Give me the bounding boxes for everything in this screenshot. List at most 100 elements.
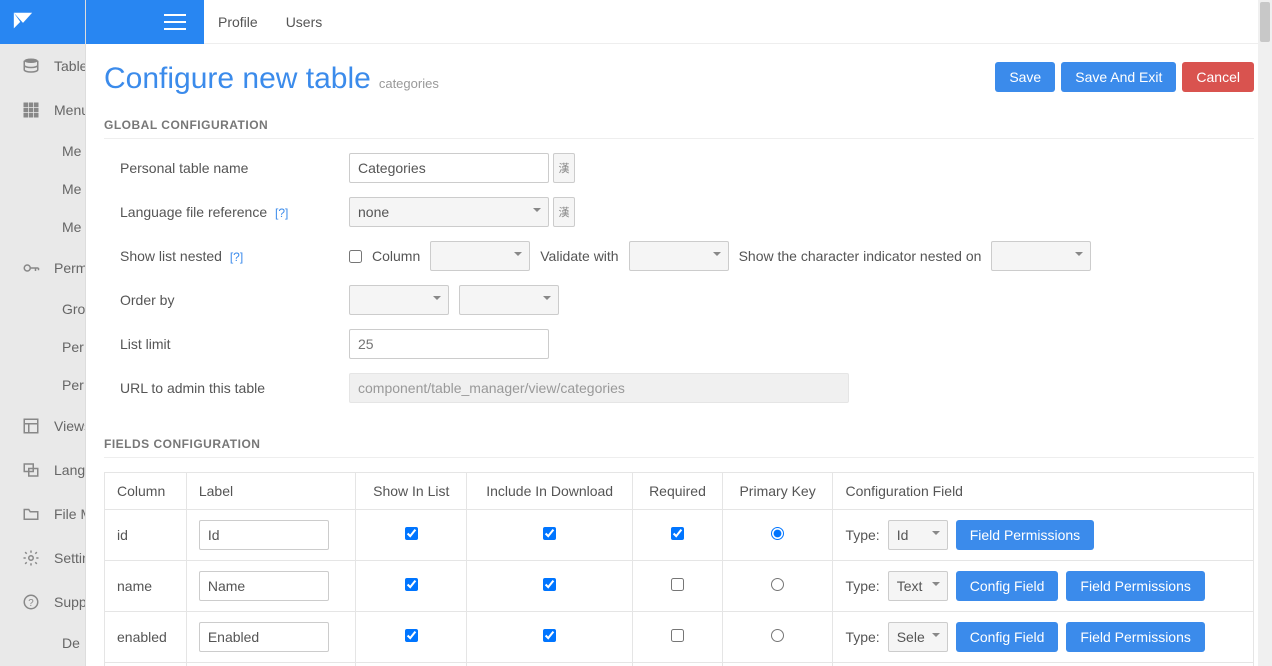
input-field-label[interactable]: [199, 571, 329, 601]
cell-column: enabled: [105, 612, 187, 663]
label-column: Column: [372, 248, 420, 264]
sidebar-item-settings[interactable]: Settin: [0, 536, 85, 580]
th-show: Show In List: [356, 473, 467, 510]
help-show-nested[interactable]: [?]: [230, 250, 243, 264]
radio-pk[interactable]: [771, 629, 784, 642]
config-field-button[interactable]: Config Field: [956, 622, 1059, 652]
sidebar-sub-perm[interactable]: Gro: [0, 290, 85, 328]
checkbox-required[interactable]: [671, 578, 684, 591]
layout-icon: [22, 417, 40, 435]
sidebar-sub-perm[interactable]: Per: [0, 328, 85, 366]
checkbox-required[interactable]: [671, 629, 684, 642]
sidebar-item-file[interactable]: File M: [0, 492, 85, 536]
help-icon: ?: [22, 593, 40, 611]
input-field-label[interactable]: [199, 520, 329, 550]
sidebar-item-label: Perm: [54, 260, 86, 276]
checkbox-download[interactable]: [543, 527, 556, 540]
label-personal-name: Personal table name: [104, 160, 349, 176]
sidebar-sub-menu[interactable]: Me: [0, 132, 85, 170]
gear-icon: [22, 549, 40, 567]
sidebar-item-label: File M: [54, 506, 86, 522]
label-url-admin: URL to admin this table: [104, 380, 349, 396]
grid-icon: [22, 101, 40, 119]
checkbox-required[interactable]: [671, 527, 684, 540]
th-required: Required: [633, 473, 723, 510]
radio-pk[interactable]: [771, 527, 784, 540]
select-validate-with[interactable]: [629, 241, 729, 271]
select-type[interactable]: Text: [888, 571, 948, 601]
label-show-nested: Show list nested: [120, 248, 222, 264]
sidebar-sub-menu[interactable]: Me: [0, 170, 85, 208]
sidebar-item-perm[interactable]: Perm: [0, 246, 85, 290]
table-row: date Type: Date Config Field Field Permi…: [105, 663, 1254, 666]
checkbox-show-nested[interactable]: [349, 250, 362, 263]
field-permissions-button[interactable]: Field Permissions: [1066, 622, 1204, 652]
th-label: Label: [186, 473, 356, 510]
topnav-profile[interactable]: Profile: [218, 14, 258, 30]
hamburger-icon[interactable]: [164, 14, 186, 30]
sidebar-sub-menu[interactable]: Me: [0, 208, 85, 246]
page-title: Configure new table: [104, 62, 371, 96]
language-icon: [22, 461, 40, 479]
folder-icon: [22, 505, 40, 523]
select-order-dir[interactable]: [459, 285, 559, 315]
brand-bar: [0, 0, 85, 44]
checkbox-download[interactable]: [543, 629, 556, 642]
checkbox-show[interactable]: [405, 578, 418, 591]
topnav-users[interactable]: Users: [286, 14, 323, 30]
key-icon: [22, 259, 40, 277]
sidebar-item-menu[interactable]: Menu: [0, 88, 85, 132]
sidebar-item-lang[interactable]: Langu: [0, 448, 85, 492]
scrollbar[interactable]: [1258, 0, 1272, 666]
sidebar-item-views[interactable]: Views: [0, 404, 85, 448]
save-button[interactable]: Save: [995, 62, 1055, 92]
checkbox-download[interactable]: [543, 578, 556, 591]
th-cfg: Configuration Field: [833, 473, 1254, 510]
sidebar-item-label: Table: [54, 58, 86, 74]
input-list-limit[interactable]: [349, 329, 549, 359]
scrollbar-thumb[interactable]: [1260, 2, 1270, 42]
select-type[interactable]: Id: [888, 520, 948, 550]
sidebar-sub-perm[interactable]: Per: [0, 366, 85, 404]
label-list-limit: List limit: [104, 336, 349, 352]
select-show-char[interactable]: [991, 241, 1091, 271]
sidebar-item-label: Supp: [54, 594, 86, 610]
th-pk: Primary Key: [722, 473, 833, 510]
label-type: Type:: [845, 629, 879, 645]
checkbox-show[interactable]: [405, 629, 418, 642]
global-config-heading: GLOBAL CONFIGURATION: [104, 118, 1254, 139]
svg-text:?: ?: [28, 598, 34, 609]
select-type[interactable]: Select: [888, 622, 948, 652]
table-row: enabled Type: Select Config Field Field …: [105, 612, 1254, 663]
th-column: Column: [105, 473, 187, 510]
label-validate-with: Validate with: [540, 248, 618, 264]
cell-column: name: [105, 561, 187, 612]
input-field-label[interactable]: [199, 622, 329, 652]
input-personal-name[interactable]: [349, 153, 549, 183]
sidebar-item-table[interactable]: Table: [0, 44, 85, 88]
checkbox-show[interactable]: [405, 527, 418, 540]
sidebar-item-label: Langu: [54, 462, 86, 478]
translate-button[interactable]: 漢: [553, 153, 575, 183]
translate-button[interactable]: 漢: [553, 197, 575, 227]
table-row: id Type: Id Field Permissions: [105, 510, 1254, 561]
field-permissions-button[interactable]: Field Permissions: [1066, 571, 1204, 601]
save-exit-button[interactable]: Save And Exit: [1061, 62, 1176, 92]
field-permissions-button[interactable]: Field Permissions: [956, 520, 1094, 550]
select-column[interactable]: [430, 241, 530, 271]
cancel-button[interactable]: Cancel: [1182, 62, 1254, 92]
sidebar-item-logout[interactable]: Logou: [0, 662, 85, 666]
topnav: Profile Users: [86, 0, 1272, 44]
config-field-button[interactable]: Config Field: [956, 571, 1059, 601]
radio-pk[interactable]: [771, 578, 784, 591]
readonly-url-admin: component/table_manager/view/categories: [349, 373, 849, 403]
sidebar-sub-supp[interactable]: De: [0, 624, 85, 662]
help-lang-ref[interactable]: [?]: [275, 206, 288, 220]
sidebar-item-label: Settin: [54, 550, 86, 566]
sidebar-item-support[interactable]: ? Supp: [0, 580, 85, 624]
cell-column: id: [105, 510, 187, 561]
select-order-field[interactable]: [349, 285, 449, 315]
select-lang-ref[interactable]: none: [349, 197, 549, 227]
label-show-char: Show the character indicator nested on: [739, 248, 982, 264]
label-type: Type:: [845, 578, 879, 594]
